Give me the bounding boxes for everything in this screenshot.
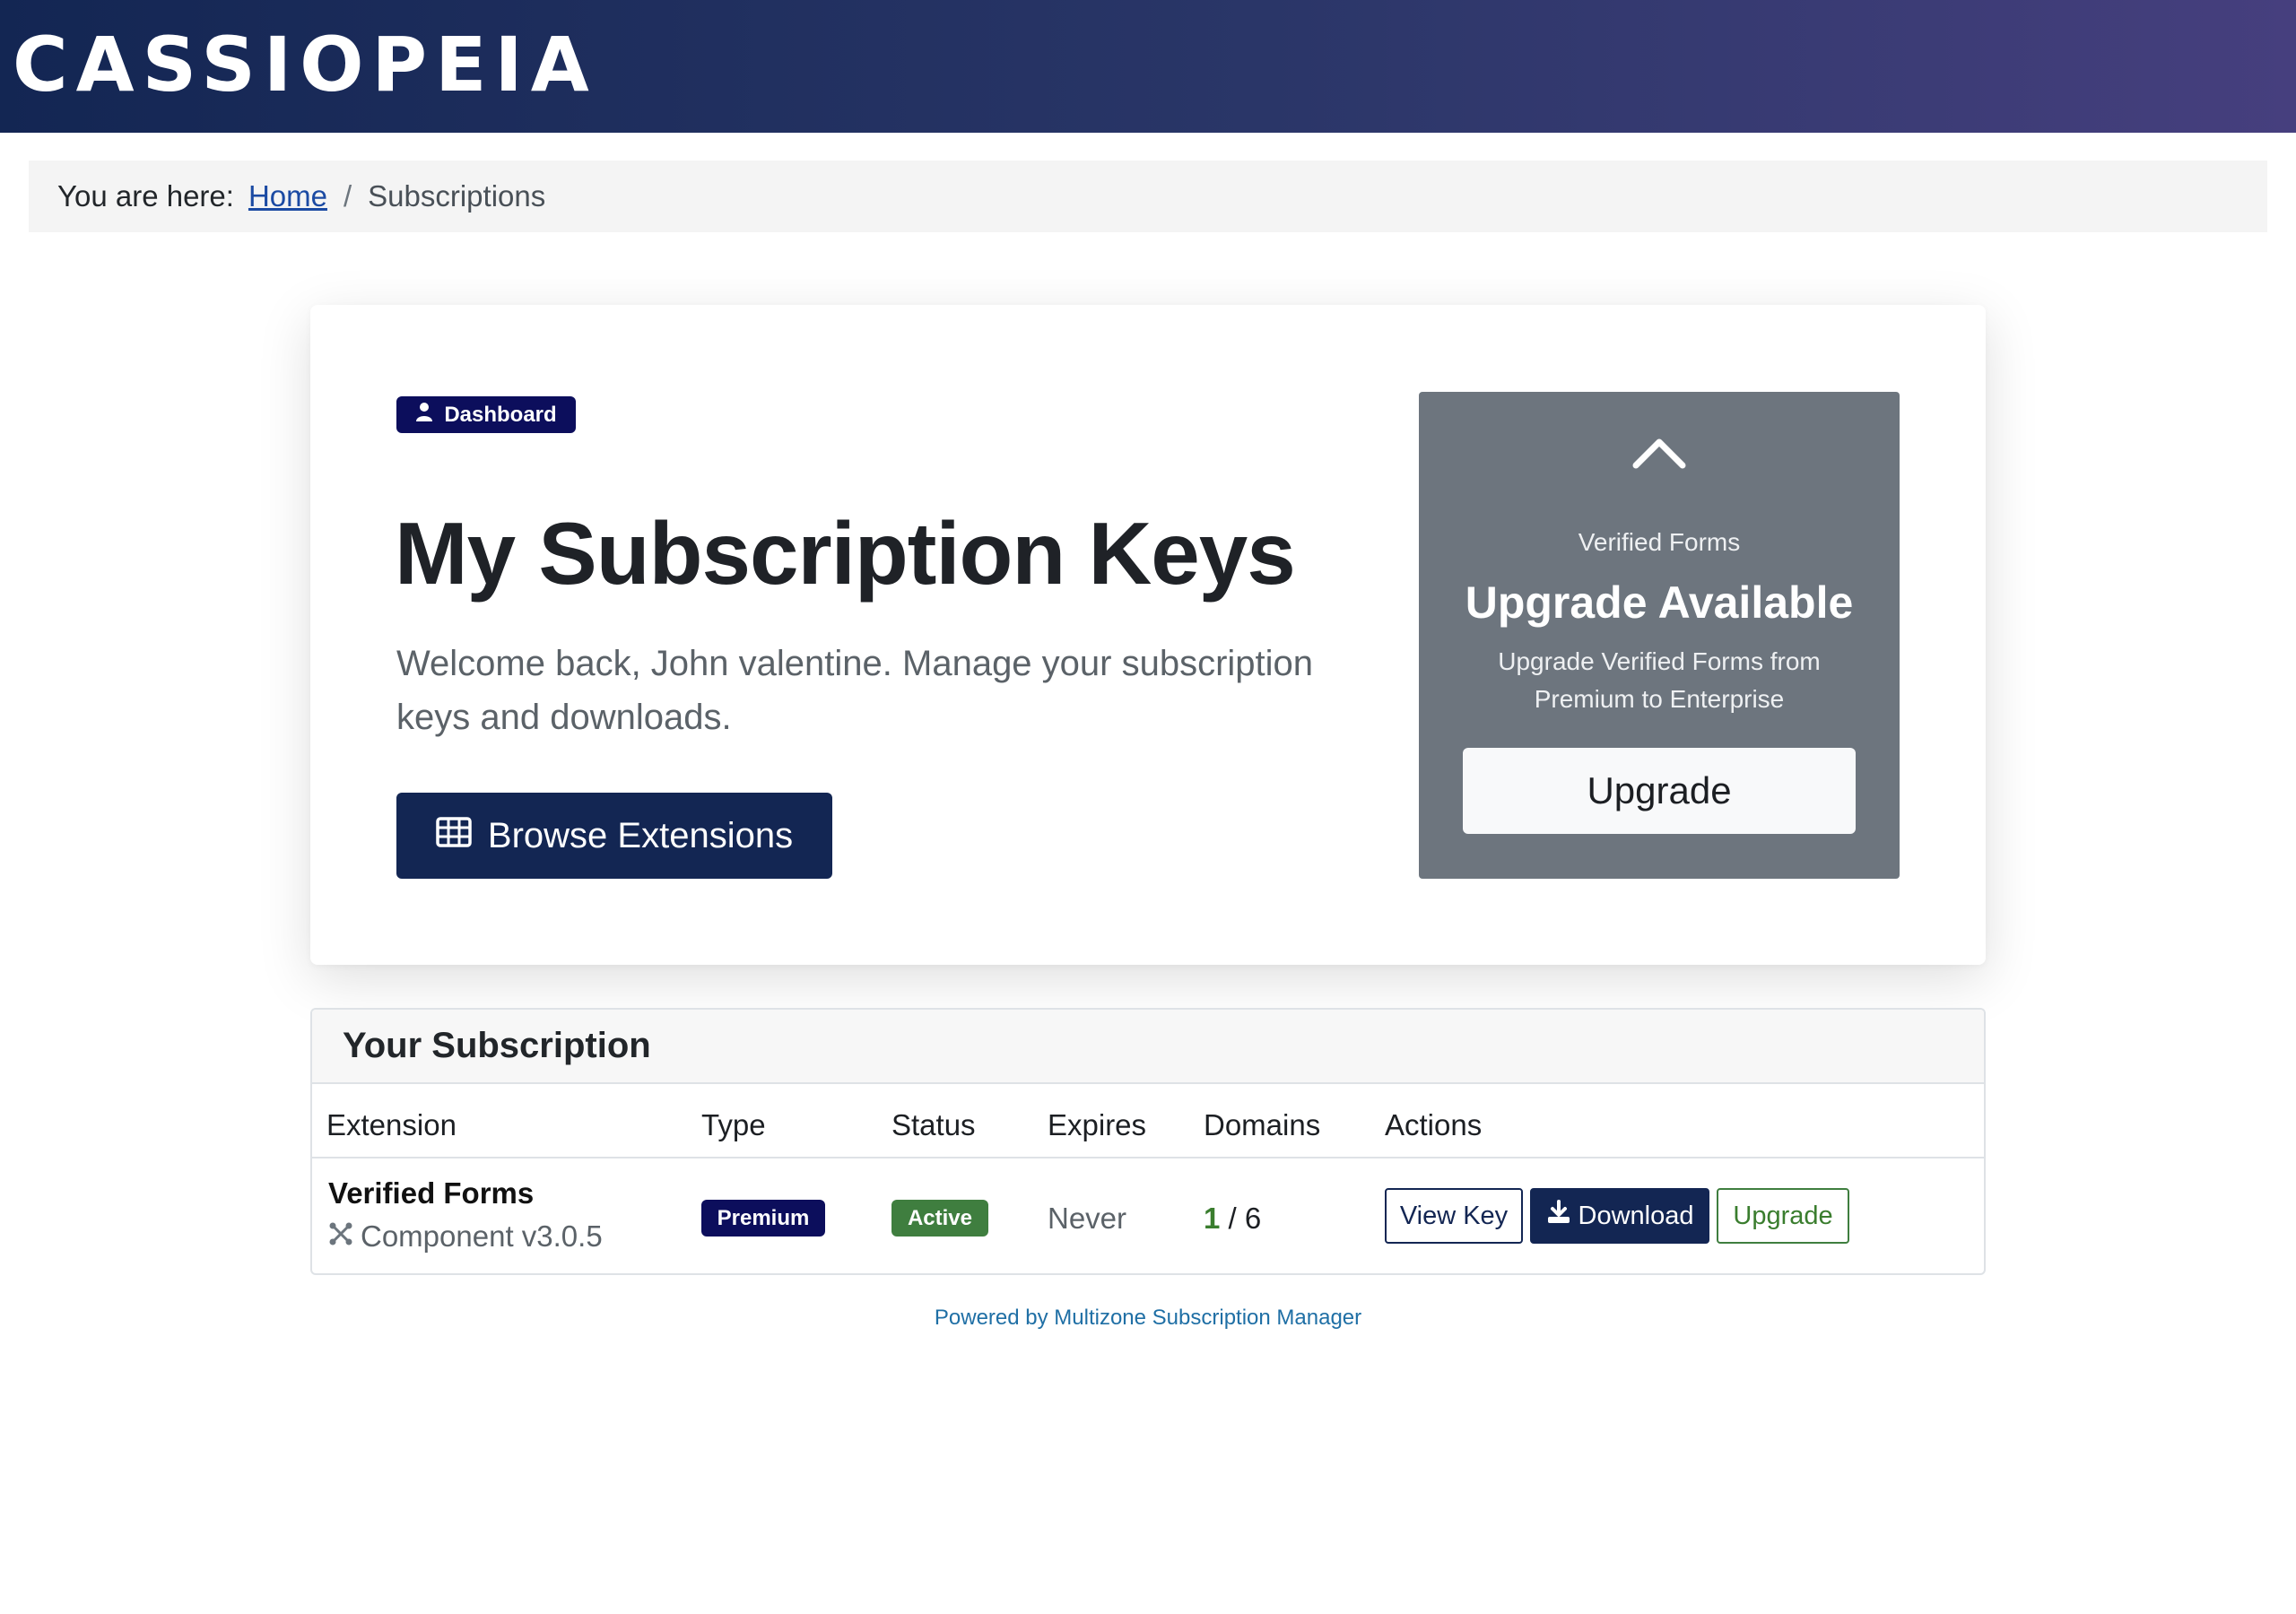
page-title: My Subscription Keys (395, 504, 1296, 603)
domains-used: 1 (1204, 1202, 1221, 1235)
joomla-icon (328, 1219, 353, 1254)
browse-extensions-label: Browse Extensions (487, 815, 794, 855)
extension-detail: Component v3.0.5 (328, 1219, 603, 1254)
breadcrumb-prefix: You are here: (57, 179, 234, 213)
column-header-actions: Actions (1385, 1108, 1483, 1141)
subscription-heading: Your Subscription (312, 1010, 1984, 1084)
breadcrumb-home-link[interactable]: Home (248, 179, 327, 213)
upgrade-panel-button[interactable]: Upgrade (1463, 748, 1856, 834)
view-key-button[interactable]: View Key (1385, 1188, 1523, 1244)
row-upgrade-button[interactable]: Upgrade (1717, 1188, 1849, 1244)
dashboard-badge: Dashboard (396, 396, 576, 433)
column-header-domains: Domains (1204, 1108, 1321, 1141)
user-icon (415, 402, 433, 428)
extension-name: Verified Forms (328, 1176, 535, 1210)
hero-card: Dashboard My Subscription Keys Welcome b… (310, 305, 1986, 965)
upgrade-description: Upgrade Verified Forms from Premium to E… (1498, 647, 1821, 713)
powered-by-link[interactable]: Powered by Multizone Subscription Manage… (0, 1306, 2296, 1331)
download-icon (1546, 1200, 1571, 1232)
status-badge: Active (891, 1200, 988, 1237)
domains-separator: / (1228, 1202, 1237, 1235)
upgrade-title: Upgrade Available (1465, 577, 1854, 628)
grid-icon (436, 816, 472, 856)
column-header-type: Type (701, 1108, 766, 1141)
download-label: Download (1578, 1201, 1694, 1230)
welcome-text: Welcome back, John valentine. Manage you… (396, 644, 1314, 737)
upgrade-extension-name: Verified Forms (1578, 528, 1741, 556)
domains-total: 6 (1244, 1202, 1262, 1235)
download-button[interactable]: Download (1530, 1188, 1709, 1244)
domains-value: 1 / 6 (1204, 1202, 1261, 1236)
upgrade-available-panel: Verified Forms Upgrade Available Upgrade… (1419, 392, 1900, 879)
type-badge: Premium (701, 1200, 825, 1237)
column-header-expires: Expires (1048, 1108, 1147, 1141)
breadcrumb: You are here: Home / Subscriptions (29, 161, 2267, 232)
expires-value: Never (1048, 1202, 1127, 1235)
column-header-extension: Extension (326, 1108, 457, 1141)
extension-version: Component v3.0.5 (361, 1219, 603, 1253)
dashboard-badge-label: Dashboard (444, 402, 557, 427)
subscription-card: Your Subscription Extension Type Status … (310, 1008, 1986, 1275)
table-divider (312, 1157, 1984, 1158)
column-header-status: Status (891, 1108, 976, 1141)
chevron-up-icon (1631, 435, 1688, 475)
breadcrumb-current: Subscriptions (368, 179, 546, 213)
breadcrumb-separator: / (343, 179, 352, 213)
browse-extensions-button[interactable]: Browse Extensions (396, 793, 832, 879)
site-header: CASSIOPEIA (0, 0, 2296, 133)
site-brand-logo[interactable]: CASSIOPEIA (13, 27, 597, 102)
